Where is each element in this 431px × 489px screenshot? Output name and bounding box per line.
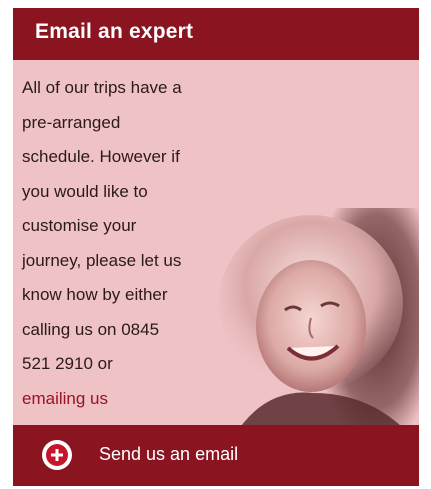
body-line: journey, please let us [22,250,182,270]
send-email-button[interactable]: Send us an email [13,425,419,486]
body-line: schedule. However if [22,147,180,166]
body-line: calling us on 0845 [22,319,160,339]
body-line: customise your [22,216,137,235]
widget-title: Email an expert [35,20,194,43]
send-email-label: Send us an email [99,444,239,464]
body-line: you would like to [22,181,148,201]
body-line: All of our trips have a [22,78,182,97]
plus-circle-icon [42,440,72,470]
emailing-us-link[interactable]: emailing us [22,389,108,408]
email-expert-widget: Email an expert All of our trips have a … [13,8,419,486]
body-line: pre-arranged [22,112,121,132]
widget-header: Email an expert [13,8,419,60]
body-line: know how by either [22,285,168,304]
widget-body-text: All of our trips have a pre-arranged sch… [22,71,292,416]
body-line: 521 2910 or [22,354,113,373]
